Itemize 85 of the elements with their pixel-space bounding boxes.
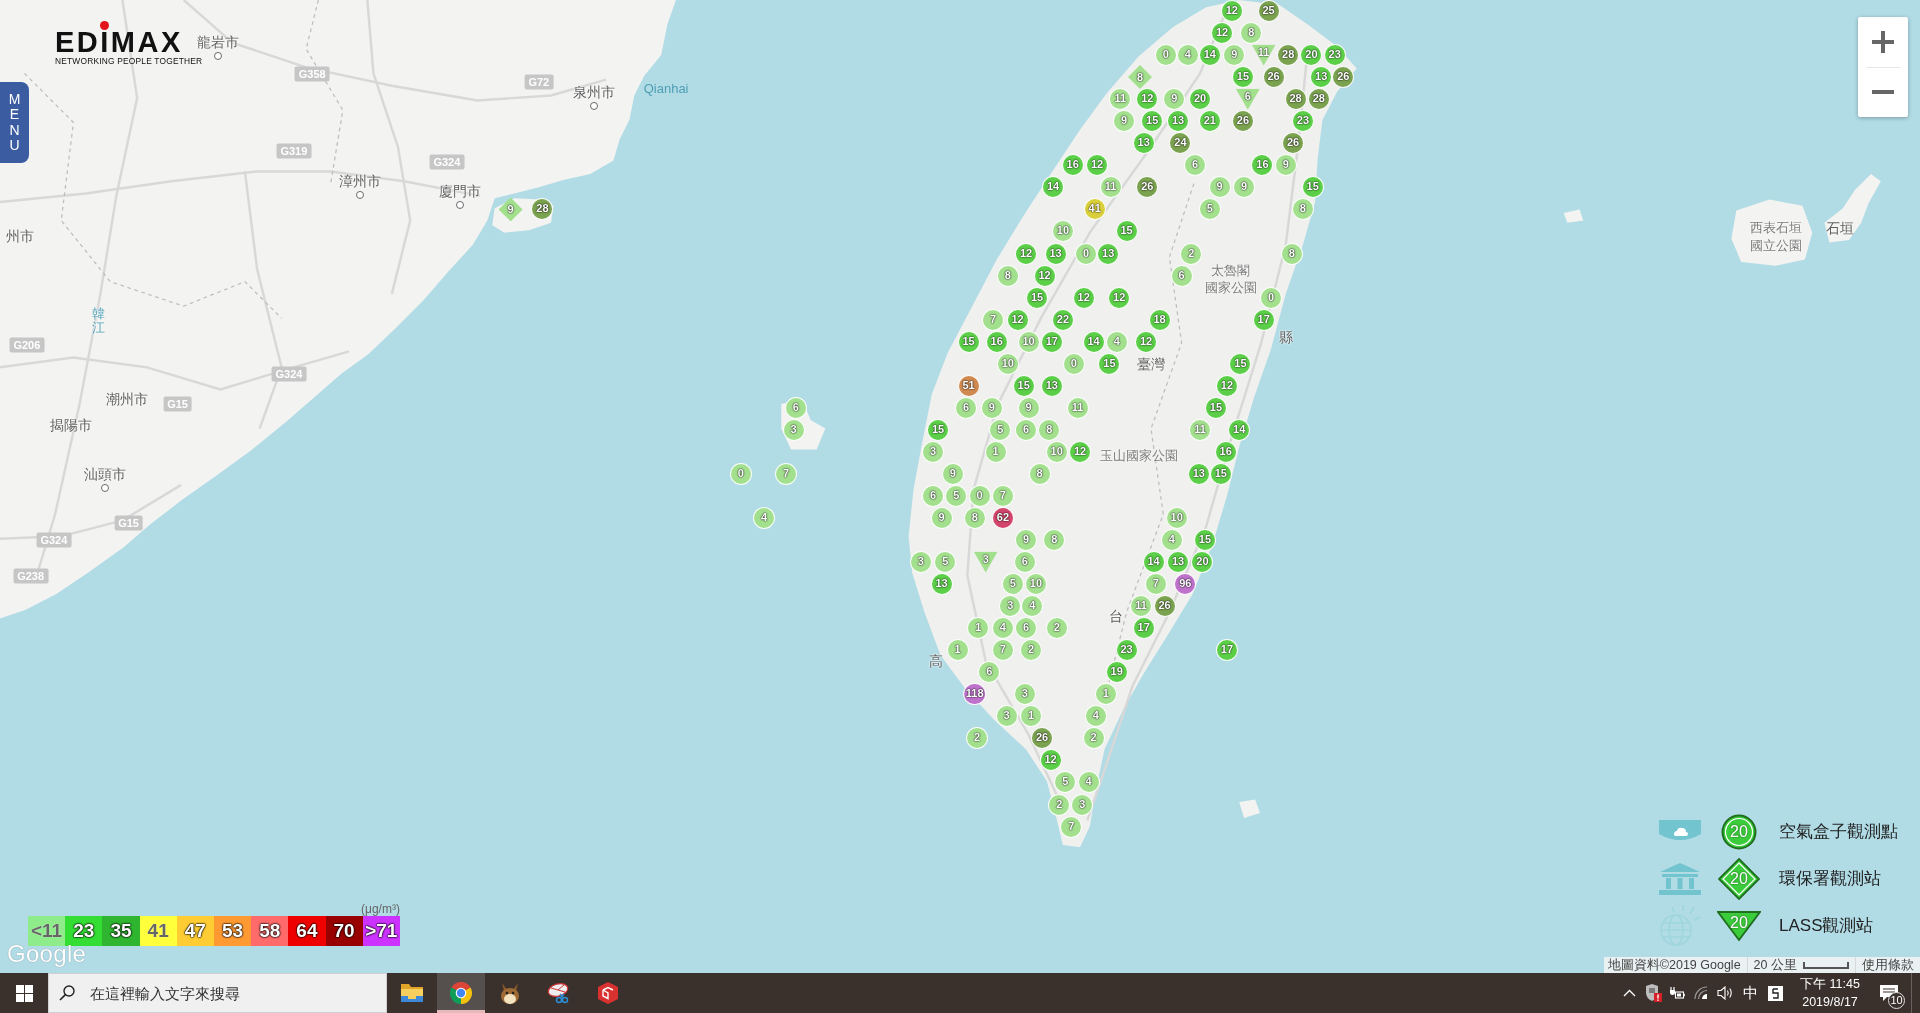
logo-wordmark: EDIMAX (55, 30, 184, 55)
legend-label: 環保署觀測站 (1779, 868, 1881, 890)
level-swatch: 58 (251, 916, 289, 946)
place-label: 潮州市 (106, 391, 149, 408)
park-label: 國家公園 (1204, 280, 1257, 296)
dot-icon (100, 21, 109, 30)
chevron-up-icon (1622, 989, 1636, 997)
volume-icon (1716, 986, 1734, 1000)
taskbar-app-button[interactable] (437, 973, 485, 1013)
clock-time[interactable]: 下午 11:45 (1800, 975, 1860, 993)
road-shield: G15 (114, 515, 143, 531)
legend-label: LASS觀測站 (1779, 915, 1874, 937)
city-dot-icon (214, 51, 222, 60)
place-label: Qianhai (643, 81, 689, 97)
menu-tab[interactable]: MENU (0, 82, 29, 163)
scale-bar-icon (1803, 961, 1849, 969)
place-label: 州市 (5, 228, 34, 245)
satellite-dish-icon (547, 981, 571, 1005)
park-label: 玉山國家公園 (1099, 448, 1178, 463)
park-label: 太魯閣 (1211, 263, 1251, 279)
city-dot-icon (356, 191, 364, 200)
city-dot-icon (101, 483, 110, 492)
road-shield: G324 (271, 366, 307, 381)
logo-tagline: NETWORKING PEOPLE TOGETHER (55, 56, 203, 66)
place-label: 漳州市 (339, 173, 381, 190)
map-data-credit: 地圖資料©2019 Google (1607, 957, 1741, 973)
marker-sample: 20 (1718, 857, 1760, 900)
river-label: 韓江 (91, 306, 105, 336)
park-label: 西表石垣 (1749, 220, 1802, 236)
level-swatch: >71 (362, 916, 400, 946)
level-swatch: 53 (213, 916, 252, 946)
level-swatch: 41 (139, 916, 177, 946)
clock-date[interactable]: 2019/8/17 (1802, 993, 1858, 1011)
wifi-icon (1693, 986, 1709, 1000)
place-label: 廈門市 (439, 182, 482, 199)
folder-icon (400, 983, 424, 1003)
notification-count-badge: 10 (1888, 992, 1905, 1009)
battery-icon (1669, 986, 1685, 1000)
island (1239, 799, 1260, 818)
city-dot-icon (589, 101, 598, 110)
minus-icon (1872, 90, 1894, 95)
place-label: 石垣 (1826, 219, 1855, 236)
level-swatch: 23 (65, 916, 103, 946)
level-swatch: 47 (176, 916, 214, 946)
place-label: 揭陽市 (50, 416, 92, 433)
place-label: 高 (928, 653, 943, 670)
level-swatch: 70 (325, 916, 363, 946)
place-label: 汕頭市 (84, 465, 127, 482)
cube-icon (597, 981, 619, 1005)
level-swatch: 64 (288, 916, 326, 946)
input-mode-button[interactable]: 中 (1737, 973, 1763, 1013)
place-label: 龍岩市 (197, 33, 239, 50)
place-label: 台 (1108, 607, 1123, 624)
windows-logo-icon (15, 984, 33, 1002)
level-swatch: <11 (28, 916, 66, 946)
building-icon (1659, 862, 1701, 895)
road-shield: G206 (9, 337, 45, 353)
road-shield: G238 (13, 568, 49, 583)
road-shield: G319 (276, 143, 312, 159)
shield-icon (1644, 984, 1662, 1002)
road-shield: G358 (294, 66, 330, 81)
road-shield: G15 (163, 396, 192, 412)
terms-link[interactable]: 使用條款 (1862, 957, 1914, 973)
place-label: 泉州市 (572, 83, 615, 100)
park-label: 國立公園 (1749, 238, 1802, 254)
browser-icon (449, 981, 473, 1005)
road-shield: G72 (524, 74, 554, 90)
search-field[interactable]: 在這裡輸入文字來搜尋 (48, 973, 387, 1013)
marker-sample: 20 (1721, 813, 1757, 850)
city-dot-icon (456, 200, 465, 209)
marker-sample: 20 (1717, 910, 1761, 941)
legend-label: 空氣盒子觀測點 (1779, 821, 1898, 843)
island (1563, 209, 1584, 223)
input-method-icon (1767, 985, 1783, 1001)
animal-icon (499, 981, 521, 1005)
place-label: 臺灣 (1137, 355, 1165, 372)
search-icon (59, 985, 75, 1001)
plus-icon (1872, 30, 1894, 53)
island (1824, 173, 1881, 243)
road-shield: G324 (36, 532, 72, 548)
unit-label: (μg/m³) (360, 902, 400, 916)
scale-label: 20 公里 (1753, 957, 1797, 973)
level-swatch: 35 (102, 916, 140, 946)
place-label: 縣 (1278, 328, 1293, 345)
road-shield: G324 (429, 154, 465, 170)
